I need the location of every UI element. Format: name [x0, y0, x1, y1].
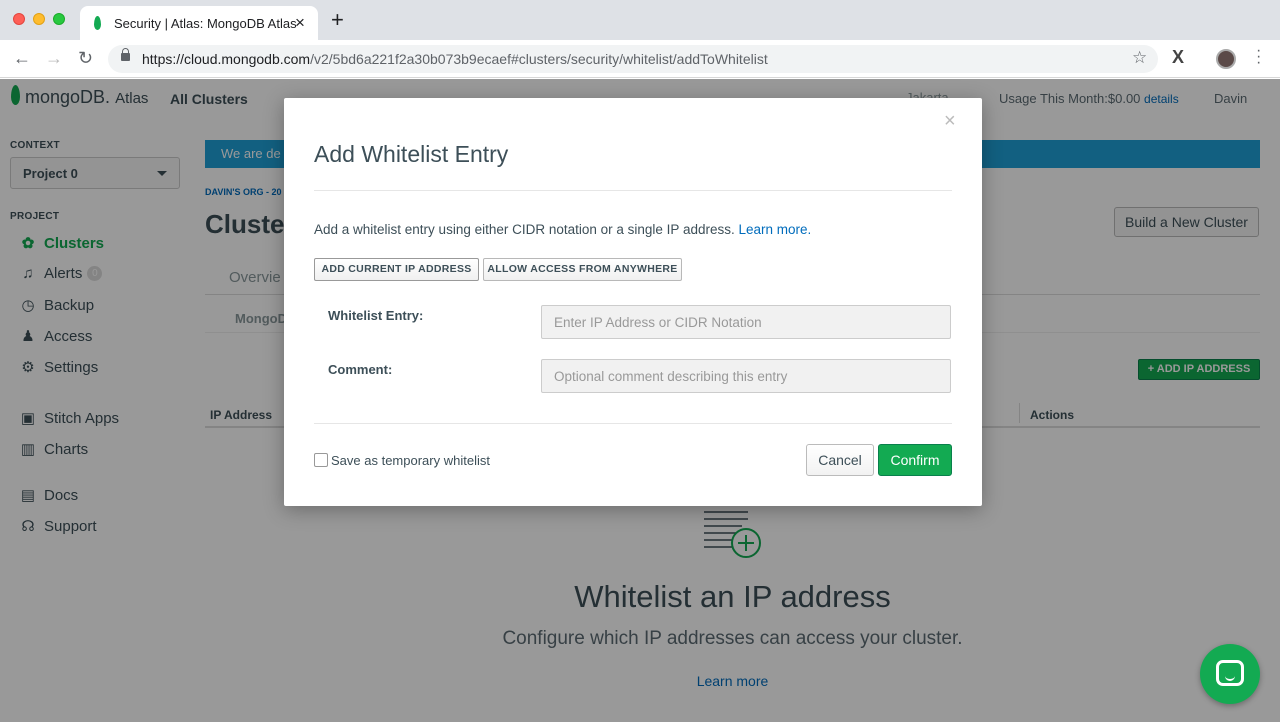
whitelist-entry-label: Whitelist Entry: — [328, 308, 424, 323]
cancel-button[interactable]: Cancel — [806, 444, 874, 476]
browser-titlebar: Security | Atlas: MongoDB Atlas × + — [0, 0, 1280, 40]
address-bar[interactable]: https://cloud.mongodb.com/v2/5bd6a221f2a… — [108, 45, 1158, 73]
whitelist-entry-input[interactable] — [541, 305, 951, 339]
browser-tab[interactable]: Security | Atlas: MongoDB Atlas × — [80, 6, 318, 40]
dialog-description: Add a whitelist entry using either CIDR … — [314, 222, 812, 237]
close-window-button[interactable] — [13, 13, 25, 25]
comment-label: Comment: — [328, 362, 393, 377]
chat-launcher-button[interactable] — [1200, 644, 1260, 704]
minimize-window-button[interactable] — [33, 13, 45, 25]
maximize-window-button[interactable] — [53, 13, 65, 25]
browser-toolbar: ← → ↻ https://cloud.mongodb.com/v2/5bd6a… — [0, 40, 1280, 78]
temporary-whitelist-checkbox[interactable] — [314, 453, 328, 467]
url-text: https://cloud.mongodb.com/v2/5bd6a221f2a… — [142, 51, 768, 67]
browser-menu-icon[interactable]: · · · — [1256, 43, 1261, 71]
tab-close-icon[interactable]: × — [295, 13, 305, 33]
tab-title: Security | Atlas: MongoDB Atlas — [114, 16, 297, 31]
bookmark-star-icon[interactable]: ☆ — [1132, 48, 1147, 68]
temporary-whitelist-label[interactable]: Save as temporary whitelist — [331, 453, 490, 468]
allow-access-anywhere-button[interactable]: ALLOW ACCESS FROM ANYWHERE — [483, 258, 682, 281]
new-tab-button[interactable]: + — [331, 9, 344, 31]
forward-icon[interactable]: → — [45, 48, 63, 68]
back-icon[interactable]: ← — [13, 48, 31, 68]
comment-input[interactable] — [541, 359, 951, 393]
dialog-divider — [314, 190, 952, 191]
extension-icon[interactable]: X — [1172, 47, 1184, 68]
add-current-ip-button[interactable]: ADD CURRENT IP ADDRESS — [314, 258, 479, 281]
dialog-title: Add Whitelist Entry — [314, 141, 509, 167]
chat-bubble-icon — [1216, 660, 1244, 686]
confirm-button[interactable]: Confirm — [878, 444, 952, 476]
profile-avatar[interactable] — [1216, 49, 1236, 69]
learn-more-link[interactable]: Learn more. — [739, 222, 812, 237]
dialog-footer-divider — [314, 423, 952, 424]
reload-icon[interactable]: ↻ — [78, 48, 93, 68]
close-icon[interactable]: × — [944, 110, 956, 133]
lock-icon — [121, 48, 130, 61]
add-whitelist-entry-dialog: × Add Whitelist Entry Add a whitelist en… — [284, 98, 982, 506]
mongodb-leaf-icon — [94, 16, 101, 30]
